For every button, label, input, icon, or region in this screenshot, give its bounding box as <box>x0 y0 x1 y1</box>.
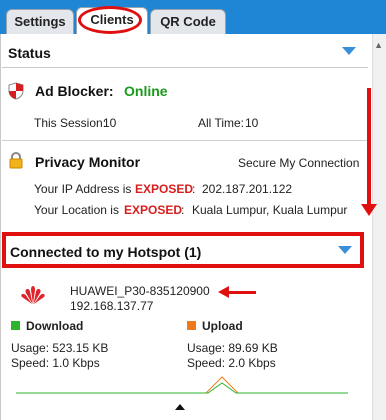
download-legend-icon <box>11 321 20 330</box>
this-session-value: 10 <box>103 116 117 130</box>
section-title: Status <box>8 45 51 61</box>
lock-icon <box>9 152 23 169</box>
upload-usage: Usage: 89.69 KB <box>187 341 278 355</box>
annotation-arrow-head <box>218 286 229 298</box>
ip-address-value: 202.187.201.122 <box>202 182 293 196</box>
this-session-label: This Session: <box>34 116 107 130</box>
shield-icon <box>8 82 24 100</box>
download-series-line <box>16 382 348 394</box>
section-title: Connected to my Hotspot (1) <box>10 244 202 260</box>
download-speed: Speed: 1.0 Kbps <box>11 356 100 370</box>
ip-exposed-badge: EXPOSED <box>135 182 194 196</box>
privacy-monitor-title: Privacy Monitor <box>35 154 141 170</box>
ad-blocker-status: Online <box>124 83 168 99</box>
all-time-label: All Time: <box>198 116 245 130</box>
upload-series-line <box>16 376 348 394</box>
location-separator: : <box>181 203 185 217</box>
download-label: Download <box>26 319 84 333</box>
divider <box>2 140 368 141</box>
traffic-graph <box>16 376 348 394</box>
location-label: Your Location is <box>34 203 119 217</box>
tab-settings[interactable]: Settings <box>6 9 74 34</box>
secure-connection-link[interactable]: Secure My Connection <box>238 156 359 170</box>
ip-label: Your IP Address is <box>34 182 132 196</box>
expand-up-icon[interactable] <box>175 404 185 410</box>
annotation-arrow-line <box>228 291 256 294</box>
hotspot-header[interactable]: Connected to my Hotspot (1) <box>2 232 364 268</box>
device-name: HUAWEI_P30-835120900 <box>70 284 210 298</box>
chevron-down-icon[interactable] <box>342 47 356 55</box>
upload-speed: Speed: 2.0 Kbps <box>187 356 276 370</box>
status-header[interactable]: Status <box>2 38 368 68</box>
download-usage: Usage: 523.15 KB <box>11 341 109 355</box>
all-time-value: 10 <box>245 116 259 130</box>
huawei-logo-icon <box>21 286 45 304</box>
upload-label: Upload <box>202 319 243 333</box>
location-exposed-badge: EXPOSED <box>124 203 183 217</box>
chevron-down-icon[interactable] <box>338 246 352 254</box>
ip-separator: : <box>192 182 196 196</box>
annotation-arrow-line <box>367 88 371 208</box>
device-ip: 192.168.137.77 <box>70 299 154 313</box>
ad-blocker-label: Ad Blocker: <box>35 83 114 99</box>
annotation-circle <box>78 6 142 34</box>
tab-qr-code[interactable]: QR Code <box>150 9 226 34</box>
scrollbar[interactable] <box>372 34 386 420</box>
upload-legend-icon <box>187 321 196 330</box>
location-value: Kuala Lumpur, Kuala Lumpur <box>192 203 348 217</box>
annotation-arrow-head <box>361 204 377 216</box>
scroll-up-icon[interactable]: ▲ <box>374 40 383 50</box>
